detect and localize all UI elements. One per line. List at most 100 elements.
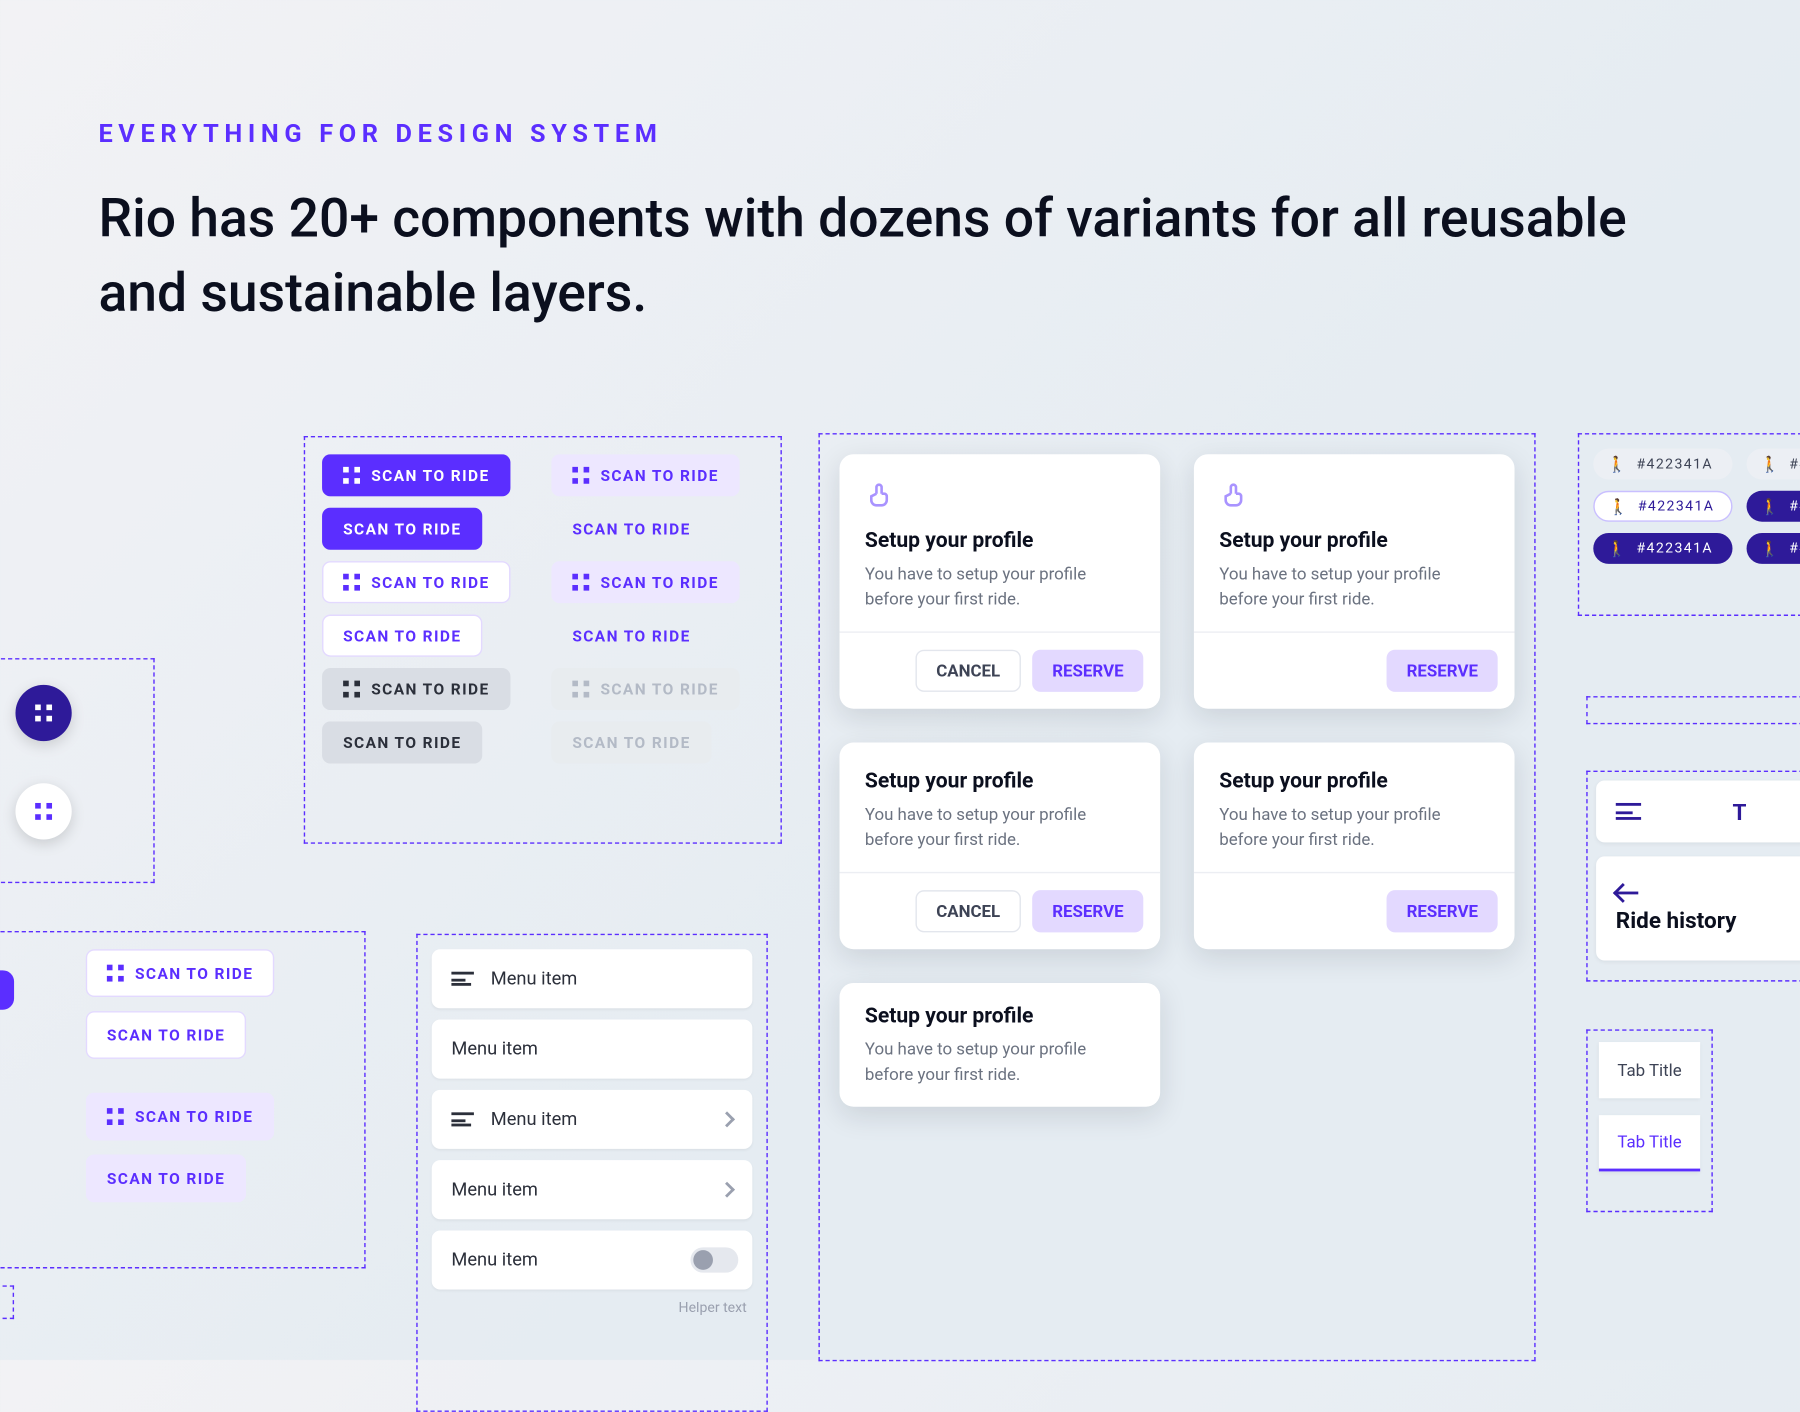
card-description: You have to setup your profile before yo… — [865, 1036, 1135, 1087]
icon-buttons-frame — [0, 658, 155, 883]
back-arrow-icon[interactable] — [1616, 884, 1641, 901]
button-label: SCAN TO RIDE — [600, 680, 718, 698]
button-label: SCAN TO RIDE — [343, 733, 461, 751]
card-title: Setup your profile — [865, 768, 1135, 793]
reserve-button[interactable]: RESERVE — [1387, 650, 1498, 692]
list-icon — [451, 1112, 474, 1126]
qr-icon — [343, 681, 360, 698]
nav-bar: T — [1596, 780, 1800, 842]
button-label: SCAN TO RIDE — [600, 573, 718, 591]
menu-icon[interactable] — [1616, 803, 1641, 820]
qr-icon — [572, 574, 589, 591]
button-label: SCAN TO RIDE — [600, 466, 718, 484]
scan-button[interactable]: SCAN TO RIDE — [551, 508, 712, 550]
card-title: Setup your profile — [865, 1003, 1135, 1028]
scan-button[interactable]: SCAN TO RIDE — [86, 1155, 247, 1203]
card-title: Setup your profile — [1219, 527, 1489, 552]
qr-circle-button[interactable] — [15, 783, 71, 839]
divider-frame — [1586, 696, 1800, 724]
reserve-button[interactable]: RESERVE — [1387, 890, 1498, 932]
scan-button[interactable]: SCAN TO RIDE — [551, 561, 740, 603]
menu-item[interactable]: Menu item — [432, 1230, 753, 1289]
tab[interactable]: Tab Title — [1599, 1042, 1700, 1098]
qr-icon — [107, 965, 124, 982]
card-title: Setup your profile — [865, 527, 1135, 552]
hand-point-icon — [865, 480, 896, 511]
qr-icon — [35, 803, 52, 820]
card-description: You have to setup your profile before yo… — [865, 561, 1135, 612]
button-label: SCAN TO RIDE — [107, 1169, 225, 1187]
chip-label: #422341A — [1636, 456, 1713, 471]
list-icon — [451, 972, 474, 986]
menu-item[interactable]: Menu item — [432, 1160, 753, 1219]
profile-card: Setup your profile You have to setup you… — [840, 454, 1161, 709]
chip-label: #422 — [1789, 456, 1800, 471]
profile-card: Setup your profile You have to setup you… — [840, 983, 1161, 1107]
helper-text: Helper text — [432, 1301, 753, 1316]
chip-label: #422341A — [1636, 541, 1713, 556]
nav-headers-frame: T Ride history — [1586, 771, 1800, 982]
cancel-button[interactable]: CANCEL — [915, 650, 1021, 692]
qr-icon — [572, 681, 589, 698]
qr-icon — [343, 467, 360, 484]
section-headline: Rio has 20+ components with dozens of va… — [98, 183, 1645, 333]
chips-frame: 🚶#422341A 🚶#422 🚶#422341A 🚶#422 🚶#422341… — [1578, 433, 1800, 616]
cancel-button[interactable]: CANCEL — [915, 890, 1021, 932]
walk-icon: 🚶 — [1760, 497, 1781, 515]
button-label: SCAN TO RIDE — [572, 626, 690, 644]
reserve-button[interactable]: RESERVE — [1033, 650, 1144, 692]
reserve-button[interactable]: RESERVE — [1033, 890, 1144, 932]
ride-chip[interactable]: 🚶 #422 — [1746, 533, 1800, 564]
scan-button[interactable]: SCAN TO RIDE — [86, 1011, 247, 1059]
toggle-switch[interactable] — [690, 1247, 738, 1272]
walk-icon: 🚶 — [1607, 455, 1628, 473]
ride-chip[interactable]: 🚶#422341A — [1593, 533, 1732, 564]
button-label: SCAN TO RIDE — [572, 520, 690, 538]
button-label: SCAN TO RIDE — [107, 1026, 225, 1044]
menu-frame: Menu item Menu item Menu item Menu item … — [416, 934, 768, 1412]
scan-button[interactable]: SCAN TO RIDE — [551, 615, 712, 657]
ride-chip[interactable]: 🚶 #422341A — [1593, 449, 1732, 480]
walk-icon: 🚶 — [1760, 455, 1781, 473]
menu-item[interactable]: Menu item — [432, 949, 753, 1008]
scan-button[interactable]: SCAN TO RIDE — [86, 949, 275, 997]
button-label: SCAN TO RIDE — [371, 680, 489, 698]
qr-icon — [343, 574, 360, 591]
button-label: SCAN TO RIDE — [371, 466, 489, 484]
ride-chip[interactable]: 🚶#422341A — [1593, 491, 1732, 522]
cards-frame: Setup your profile You have to setup you… — [818, 433, 1535, 1361]
button-label: SCAN TO RIDE — [371, 573, 489, 591]
profile-card: Setup your profile You have to setup you… — [1194, 454, 1515, 709]
scan-button[interactable]: SCAN TO RIDE — [551, 454, 740, 496]
ride-chip[interactable]: 🚶 #422 — [1746, 449, 1800, 480]
menu-item-label: Menu item — [451, 1179, 538, 1200]
scan-button[interactable]: SCAN TO RIDE — [322, 508, 483, 550]
menu-item-label: Menu item — [491, 1109, 578, 1130]
scan-button[interactable]: SCAN TO RIDE — [322, 721, 483, 763]
scan-button[interactable]: SCAN TO RIDE — [322, 615, 483, 657]
profile-card: Setup your profile You have to setup you… — [1194, 743, 1515, 950]
ride-chip[interactable]: 🚶#422 — [1746, 491, 1800, 522]
scan-button[interactable]: SCAN TO RIDE — [322, 668, 511, 710]
hand-point-icon — [1219, 480, 1250, 511]
scan-button[interactable]: SCAN TO RIDE — [86, 1093, 275, 1141]
buttons-alt-frame: SCAN TO RIDE SCAN TO RIDE SCAN TO RIDE S… — [0, 931, 366, 1269]
buttons-frame: SCAN TO RIDE SCAN TO RIDE SCAN TO RIDE S… — [304, 436, 782, 844]
button-label: SCAN TO RIDE — [572, 733, 690, 751]
qr-circle-button[interactable] — [15, 685, 71, 741]
card-description: You have to setup your profile before yo… — [865, 802, 1135, 853]
profile-card: Setup your profile You have to setup you… — [840, 743, 1161, 950]
chip-label: #422 — [1789, 541, 1800, 556]
scan-button[interactable]: SCAN TO RIDE — [322, 561, 511, 603]
frame-stub — [0, 1285, 14, 1319]
section-eyebrow: EVERYTHING FOR DESIGN SYSTEM — [98, 120, 662, 150]
tab-active[interactable]: Tab Title — [1599, 1115, 1700, 1171]
menu-item-label: Menu item — [491, 968, 578, 989]
scan-button[interactable]: SCAN TO RIDE — [322, 454, 511, 496]
menu-item[interactable]: Menu item — [432, 1090, 753, 1149]
walk-icon: 🚶 — [1760, 539, 1781, 557]
button-label: SCAN TO RIDE — [343, 626, 461, 644]
button-label: SCAN TO RIDE — [135, 964, 253, 982]
tabs-frame: Tab Title Tab Title — [1586, 1029, 1713, 1212]
menu-item[interactable]: Menu item — [432, 1020, 753, 1079]
